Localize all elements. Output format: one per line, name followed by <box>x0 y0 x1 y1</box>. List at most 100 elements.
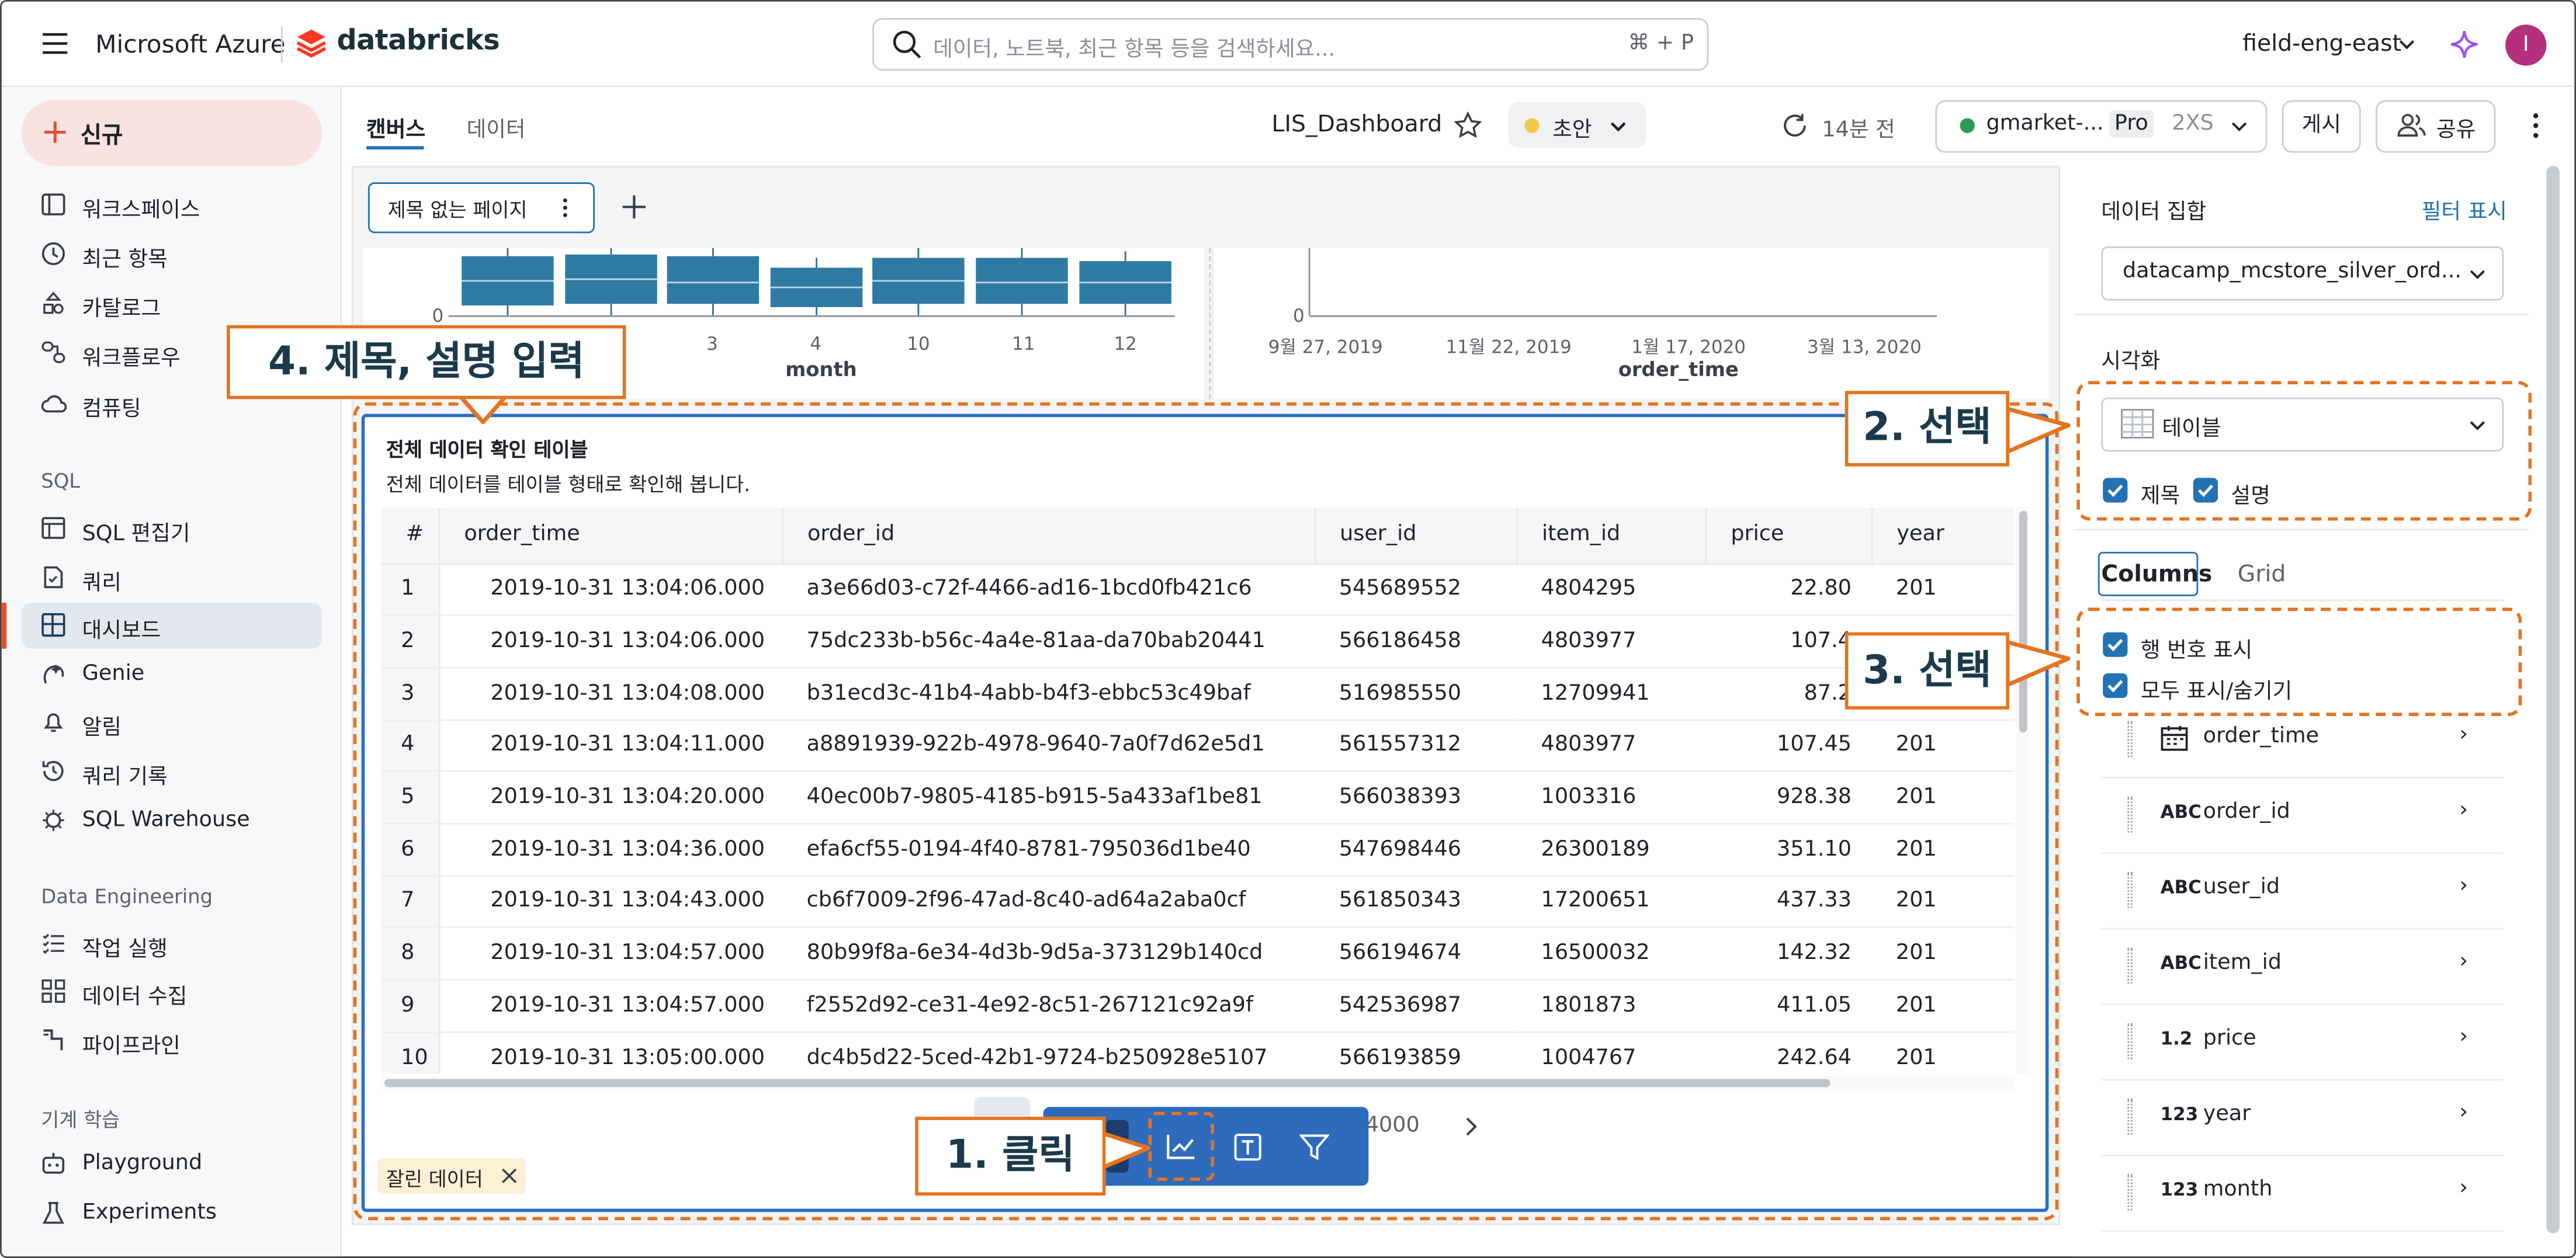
box-plot-month-10 <box>872 248 965 315</box>
robot-icon <box>41 1151 65 1176</box>
panel-scroll-thumb[interactable] <box>2546 166 2560 1233</box>
box-plot-month-a <box>462 248 554 315</box>
warehouse-name: gmarket-... <box>1986 112 2104 137</box>
column-row-user-id[interactable]: ABC user_id › <box>2101 854 2504 930</box>
widget-resize-handle[interactable] <box>1209 248 1213 399</box>
sidebar-item-dashboards[interactable]: 대시보드 <box>21 603 323 649</box>
drag-handle-icon[interactable] <box>2127 1023 2133 1059</box>
sidebar-item-workspace[interactable]: 워크스페이스 <box>22 182 323 228</box>
sidebar-item-genie[interactable]: Genie <box>22 652 323 698</box>
sidebar-item-data-ingestion[interactable]: 데이터 수집 <box>22 969 323 1015</box>
sidebar-item-pipelines[interactable]: 파이프라인 <box>22 1018 323 1064</box>
sidebar-item-label: Playground <box>82 1151 203 1176</box>
ingest-icon <box>41 979 65 1003</box>
integer-type-icon: 123 <box>2160 1179 2199 1201</box>
sidebar-item-playground[interactable]: Playground <box>22 1141 323 1187</box>
dashboard-title[interactable]: LIS_Dashboard <box>1271 112 1442 138</box>
callout-pointer-step2 <box>2003 406 2071 454</box>
sidebar-item-sql-warehouse[interactable]: SQL Warehouse <box>22 798 323 845</box>
screen: Microsoft Azure databricks 데이터, 노트북, 최근 … <box>0 0 2576 1258</box>
sidebar-item-experiments[interactable]: Experiments <box>22 1191 323 1237</box>
add-page-plus-icon[interactable] <box>621 194 647 220</box>
string-type-icon: ABC <box>2160 801 2201 823</box>
warehouse-size: 2XS <box>2172 112 2214 137</box>
show-filters-link[interactable]: 필터 표시 <box>2422 194 2507 225</box>
tab-active-underline <box>366 146 424 150</box>
column-row-month[interactable]: 123 month › <box>2101 1156 2504 1232</box>
drag-handle-icon[interactable] <box>2127 872 2133 909</box>
sidebar-item-label: 작업 실행 <box>82 937 168 962</box>
drag-handle-icon[interactable] <box>2127 1099 2133 1135</box>
kebab-menu-icon[interactable] <box>2532 112 2540 140</box>
sidebar-item-sql-editor[interactable]: SQL 편집기 <box>22 506 323 552</box>
new-button-label: 신규 <box>80 123 123 150</box>
annotation-chart-button-outline <box>1148 1111 1214 1181</box>
integer-type-icon: 123 <box>2160 1103 2199 1125</box>
share-button[interactable] <box>2376 100 2496 153</box>
sidebar-item-query-history[interactable]: 쿼리 기록 <box>22 749 323 795</box>
workspace-switcher[interactable]: field-eng-east <box>2242 31 2401 57</box>
tab-canvas[interactable]: 캔버스 <box>366 112 425 143</box>
time-series-x-axis-label: order_time <box>1618 358 1739 381</box>
column-name: price <box>2203 1026 2256 1051</box>
sidebar-item-label: Genie <box>82 662 145 687</box>
callout-step1: 1. 클릭 <box>915 1117 1106 1196</box>
tab-grid[interactable]: Grid <box>2238 562 2286 588</box>
sidebar-item-label: 파이프라인 <box>82 1034 181 1059</box>
drag-handle-icon[interactable] <box>2127 721 2133 757</box>
sidebar-item-label: 대시보드 <box>82 619 161 644</box>
query-icon <box>41 565 65 589</box>
tab-data[interactable]: 데이터 <box>467 112 526 143</box>
sidebar-item-alerts[interactable]: 알림 <box>22 700 323 746</box>
sidebar-item-job-runs[interactable]: 작업 실행 <box>22 922 323 968</box>
column-name: year <box>2203 1101 2251 1127</box>
refresh-icon[interactable] <box>1781 112 1809 140</box>
string-type-icon: ABC <box>2160 877 2201 899</box>
calendar-icon <box>2161 724 2189 752</box>
chevron-right-icon: › <box>2459 1024 2468 1050</box>
sidebar-item-queries[interactable]: 쿼리 <box>22 555 323 601</box>
tab-columns[interactable]: Columns <box>2101 562 2212 588</box>
warehouse-icon <box>41 808 65 833</box>
drag-handle-icon[interactable] <box>2127 796 2133 833</box>
publish-button[interactable]: 게시 <box>2282 100 2361 153</box>
string-type-icon: ABC <box>2160 952 2201 974</box>
brand-azure: Microsoft Azure <box>95 29 286 60</box>
callout-pointer-step3 <box>2003 640 2071 687</box>
callout-pointer-step1 <box>1099 1131 1151 1170</box>
bell-icon <box>41 710 65 734</box>
chevron-right-icon: › <box>2459 798 2468 823</box>
avatar[interactable]: I <box>2505 25 2547 66</box>
drag-handle-icon[interactable] <box>2127 947 2133 984</box>
time-series-chart <box>1308 248 1937 317</box>
assistant-sparkle-icon[interactable] <box>2450 30 2480 60</box>
column-row-year[interactable]: 123 year › <box>2101 1080 2504 1156</box>
sidebar-item-recents[interactable]: 최근 항목 <box>22 231 323 277</box>
decimal-type-icon: 1.2 <box>2160 1028 2193 1050</box>
star-icon[interactable] <box>1454 112 1482 140</box>
brand-databricks: databricks <box>337 25 500 58</box>
box-plot-x-tick: 12 <box>1114 333 1137 355</box>
chevron-down-icon <box>2231 120 2248 133</box>
brand-divider <box>280 26 283 62</box>
divider <box>2101 599 2504 602</box>
warehouse-status-dot <box>1960 118 1975 133</box>
column-row-order-id[interactable]: ABC order_id › <box>2101 779 2504 854</box>
hamburger-menu-icon[interactable] <box>41 31 69 55</box>
time-series-y-zero-label: 0 <box>1292 305 1305 327</box>
box-plot-month-4 <box>770 258 863 315</box>
warehouse-tier-badge: Pro <box>2109 110 2154 138</box>
sidebar-section-data-engineering: Data Engineering <box>41 885 213 909</box>
column-row-price[interactable]: 1.2 price › <box>2101 1005 2504 1081</box>
column-row-item-id[interactable]: ABC item_id › <box>2101 930 2504 1005</box>
time-series-x-tick: 11월 22, 2019 <box>1445 336 1572 359</box>
annotation-columns-outline <box>2076 607 2522 717</box>
column-name: user_id <box>2203 875 2280 900</box>
editor-icon <box>41 516 65 540</box>
chevron-down-icon <box>1610 120 1627 133</box>
draft-status-dot <box>1524 118 1540 133</box>
drag-handle-icon[interactable] <box>2127 1174 2133 1211</box>
sidebar-item-catalog[interactable]: 카탈로그 <box>22 281 323 327</box>
box-plot-x-tick: 10 <box>907 333 930 355</box>
kebab-menu-icon[interactable] <box>562 197 568 218</box>
